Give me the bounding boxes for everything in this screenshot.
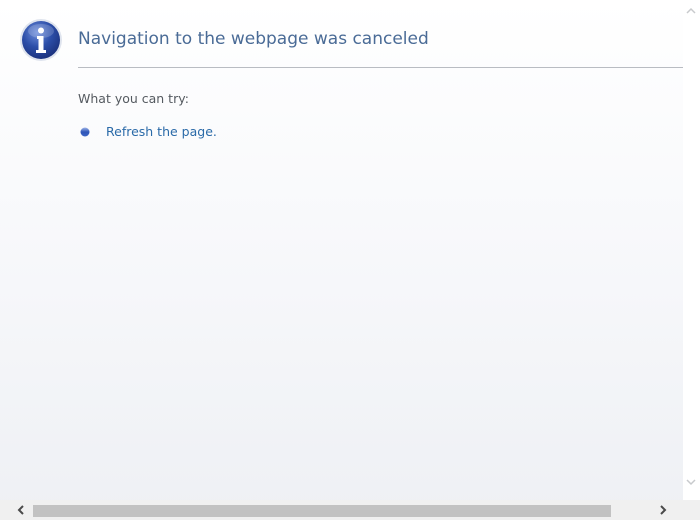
- suggestion-item: Refresh the page.: [80, 124, 217, 139]
- bullet-icon: [80, 127, 90, 136]
- scrollbar-corner: [683, 500, 700, 520]
- title-divider: [78, 67, 684, 68]
- horizontal-scrollbar[interactable]: [0, 500, 700, 520]
- page-title: Navigation to the webpage was canceled: [78, 29, 429, 49]
- chevron-left-icon[interactable]: [14, 503, 28, 517]
- error-page: Navigation to the webpage was canceled W…: [0, 0, 700, 520]
- refresh-page-link[interactable]: Refresh the page.: [106, 124, 217, 139]
- chevron-up-icon[interactable]: [685, 5, 697, 17]
- vertical-scrollbar[interactable]: [683, 0, 700, 500]
- chevron-right-icon[interactable]: [656, 503, 670, 517]
- info-icon: [20, 19, 62, 61]
- horizontal-scroll-thumb[interactable]: [33, 505, 611, 517]
- suggestions-heading: What you can try:: [78, 91, 189, 106]
- chevron-down-icon[interactable]: [685, 476, 697, 488]
